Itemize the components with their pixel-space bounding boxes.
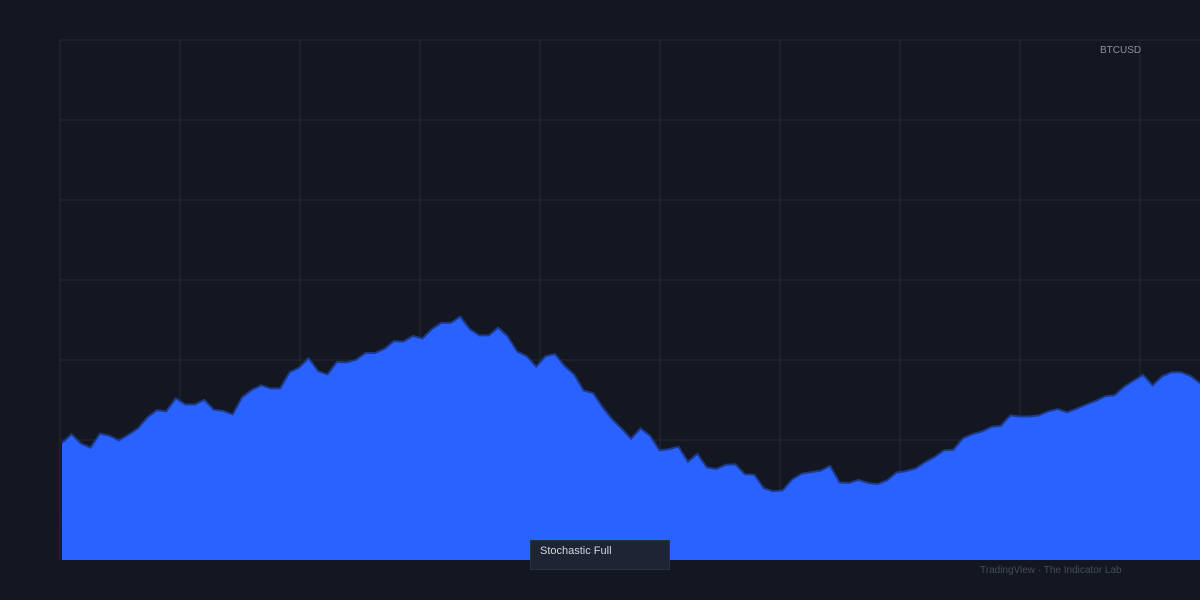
symbol-label: BTCUSD bbox=[1100, 45, 1142, 56]
stochastic-area-chart bbox=[59, 39, 1200, 560]
watermark: TradingView · The Indicator Lab bbox=[980, 565, 1122, 576]
indicator-tab[interactable]: Stochastic Full bbox=[530, 540, 670, 570]
indicator-label: Stochastic Full bbox=[540, 545, 612, 557]
chart-series bbox=[61, 315, 1200, 560]
